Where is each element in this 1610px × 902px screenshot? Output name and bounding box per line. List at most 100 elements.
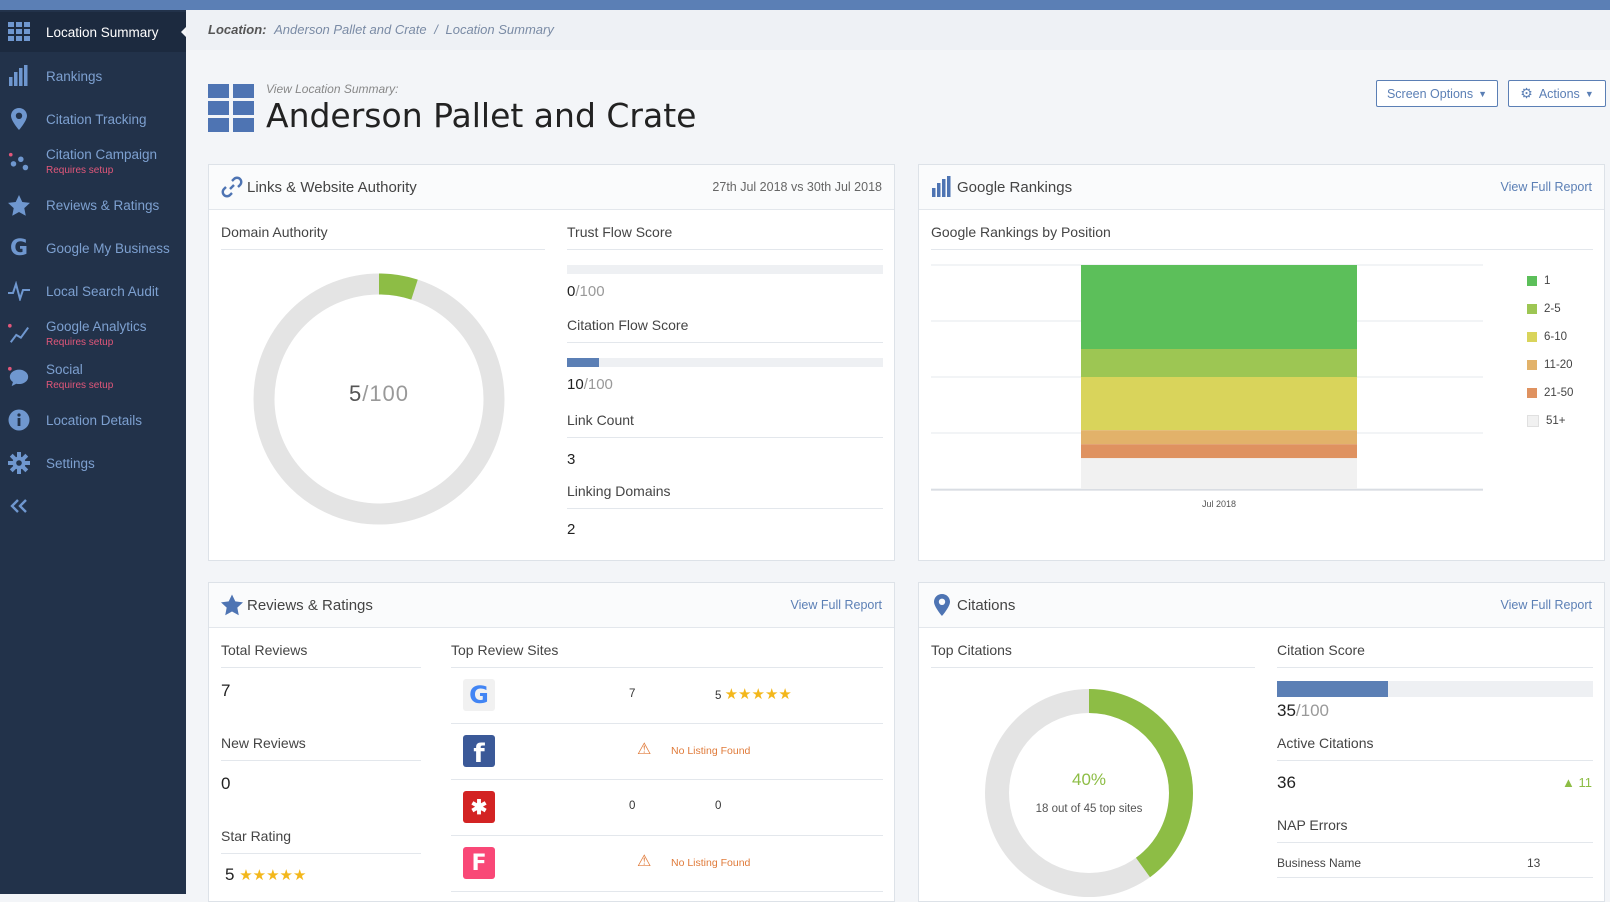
legend-item-11-20[interactable]: 11-20: [1527, 359, 1573, 371]
divider: [221, 667, 421, 668]
new-reviews-value: 0: [221, 774, 231, 793]
breadcrumb-location-link[interactable]: Anderson Pallet and Crate: [274, 22, 426, 37]
legend-item-6-10[interactable]: 6-10: [1527, 331, 1567, 343]
sidebar-item-google-analytics[interactable]: Google Analytics Requires setup: [0, 314, 186, 354]
sidebar-item-citation-tracking[interactable]: Citation Tracking: [0, 99, 186, 139]
speech-bubble-icon: [8, 366, 30, 388]
legend-label: 21-50: [1544, 387, 1574, 399]
gear-icon: ⚙: [1520, 85, 1533, 101]
divider: [221, 760, 421, 761]
nap-error-name: Business Name: [1277, 856, 1362, 870]
line-chart-icon: [8, 323, 30, 345]
citation-score-bar-fill: [1277, 681, 1388, 697]
citation-flow-bar: [567, 358, 883, 367]
sidebar-item-citation-campaign[interactable]: Citation Campaign Requires setup: [0, 142, 186, 182]
panel-header: Reviews & Ratings View Full Report: [209, 583, 894, 628]
link-icon: [221, 176, 243, 198]
review-site-row[interactable]: G 7 5 ★★★★★: [451, 667, 883, 724]
sidebar-item-google-my-business[interactable]: G Google My Business: [0, 228, 186, 268]
breadcrumb-separator: /: [434, 22, 438, 37]
map-pin-icon: [8, 108, 30, 130]
sidebar-item-label: Location Summary: [46, 24, 159, 40]
top-citations-percent: 40%: [1071, 770, 1107, 789]
breadcrumb-bar: Location: Anderson Pallet and Crate / Lo…: [186, 10, 1610, 50]
requires-setup-label: Requires setup: [46, 165, 114, 176]
citation-flow-score: 10: [567, 376, 584, 393]
total-reviews-value: 7: [221, 681, 231, 700]
bar-segment-11-20[interactable]: [1081, 430, 1357, 445]
domain-authority-value: 5/100: [253, 381, 505, 407]
view-full-report-link[interactable]: View Full Report: [1501, 180, 1592, 194]
sidebar-item-label: Citation Tracking: [46, 111, 147, 127]
total-reviews-label: Total Reviews: [221, 642, 308, 658]
info-icon: [8, 409, 30, 431]
campaign-icon: [8, 151, 30, 173]
view-full-report-link[interactable]: View Full Report: [791, 598, 882, 612]
panel-header: Links & Website Authority 27th Jul 2018 …: [209, 165, 894, 210]
page-title: Anderson Pallet and Crate: [266, 96, 697, 135]
sidebar-item-settings[interactable]: Settings: [0, 443, 186, 483]
review-site-row[interactable]: F ⚠ No Listing Found: [451, 835, 883, 892]
legend-item-1[interactable]: 1: [1527, 275, 1550, 287]
sidebar-item-label: Settings: [46, 455, 95, 471]
double-chevron-left-icon: [8, 495, 30, 517]
legend-item-2-5[interactable]: 2-5: [1527, 303, 1561, 315]
legend-item-51+[interactable]: 51+: [1527, 415, 1566, 427]
view-full-report-link[interactable]: View Full Report: [1501, 598, 1592, 612]
breadcrumb-current: Location Summary: [445, 22, 554, 37]
collapse-sidebar-button[interactable]: [0, 486, 186, 526]
breadcrumb-prefix: Location:: [208, 22, 267, 37]
divider: [567, 342, 883, 343]
google-rankings-panel: Google Rankings View Full Report Google …: [918, 164, 1605, 561]
trust-flow-value: 0/100: [567, 283, 605, 300]
star-rating-number: 5: [225, 865, 235, 884]
sidebar-item-local-search-audit[interactable]: Local Search Audit: [0, 271, 186, 311]
actions-button[interactable]: ⚙ Actions ▼: [1508, 80, 1606, 107]
sidebar-item-location-details[interactable]: Location Details: [0, 400, 186, 440]
screen-options-label: Screen Options: [1386, 86, 1474, 101]
citation-score-number: 35: [1277, 701, 1296, 720]
sidebar-item-location-summary[interactable]: Location Summary: [0, 12, 187, 52]
sidebar-item-label: Google My Business: [46, 240, 170, 256]
legend-label: 2-5: [1544, 303, 1561, 315]
rankings-stacked-bar-chart: Jul 2018: [931, 264, 1483, 509]
screen-options-button[interactable]: Screen Options ▼: [1376, 80, 1498, 107]
bar-chart-icon: [8, 65, 30, 87]
bar-segment-1[interactable]: [1081, 265, 1357, 349]
review-count: 0: [629, 800, 636, 812]
divider: [931, 249, 1593, 250]
bar-segment-2-5[interactable]: [1081, 349, 1357, 377]
citation-flow-value: 10/100: [567, 376, 613, 393]
divider: [567, 249, 883, 250]
panel-title: Reviews & Ratings: [247, 597, 373, 614]
legend-item-21-50[interactable]: 21-50: [1527, 387, 1573, 399]
divider: [221, 249, 545, 250]
requires-setup-label: Requires setup: [46, 380, 114, 391]
linking-domains-label: Linking Domains: [567, 483, 671, 499]
linking-domains-value: 2: [567, 521, 576, 538]
sidebar-item-social[interactable]: Social Requires setup: [0, 357, 186, 397]
bar-segment-21-50[interactable]: [1081, 444, 1357, 459]
top-citations-detail: 18 out of 45 top sites: [1035, 803, 1143, 815]
sidebar-item-label: Local Search Audit: [46, 283, 159, 299]
citation-flow-label: Citation Flow Score: [567, 317, 689, 333]
pulse-icon: [8, 280, 30, 302]
legend-swatch: [1527, 388, 1537, 398]
divider: [1277, 667, 1593, 668]
bar-segment-51+[interactable]: [1081, 458, 1357, 489]
legend-swatch: [1527, 360, 1537, 370]
caret-down-icon: ▼: [1478, 88, 1488, 99]
review-site-row[interactable]: f ⚠ No Listing Found: [451, 723, 883, 780]
site-rating-number: 5: [715, 690, 722, 702]
review-site-row[interactable]: ✱ 0 0: [451, 779, 883, 836]
sidebar-item-reviews-ratings[interactable]: Reviews & Ratings: [0, 185, 186, 225]
legend-swatch: [1527, 276, 1537, 286]
legend-label: 1: [1544, 275, 1551, 287]
citation-flow-bar-fill: [567, 358, 599, 367]
domain-authority-label: Domain Authority: [221, 224, 328, 240]
nap-errors-label: NAP Errors: [1277, 817, 1348, 833]
sidebar-item-rankings[interactable]: Rankings: [0, 56, 186, 96]
warning-icon: ⚠: [637, 741, 652, 758]
bar-segment-6-10[interactable]: [1081, 377, 1357, 431]
star-icon: [8, 194, 30, 216]
